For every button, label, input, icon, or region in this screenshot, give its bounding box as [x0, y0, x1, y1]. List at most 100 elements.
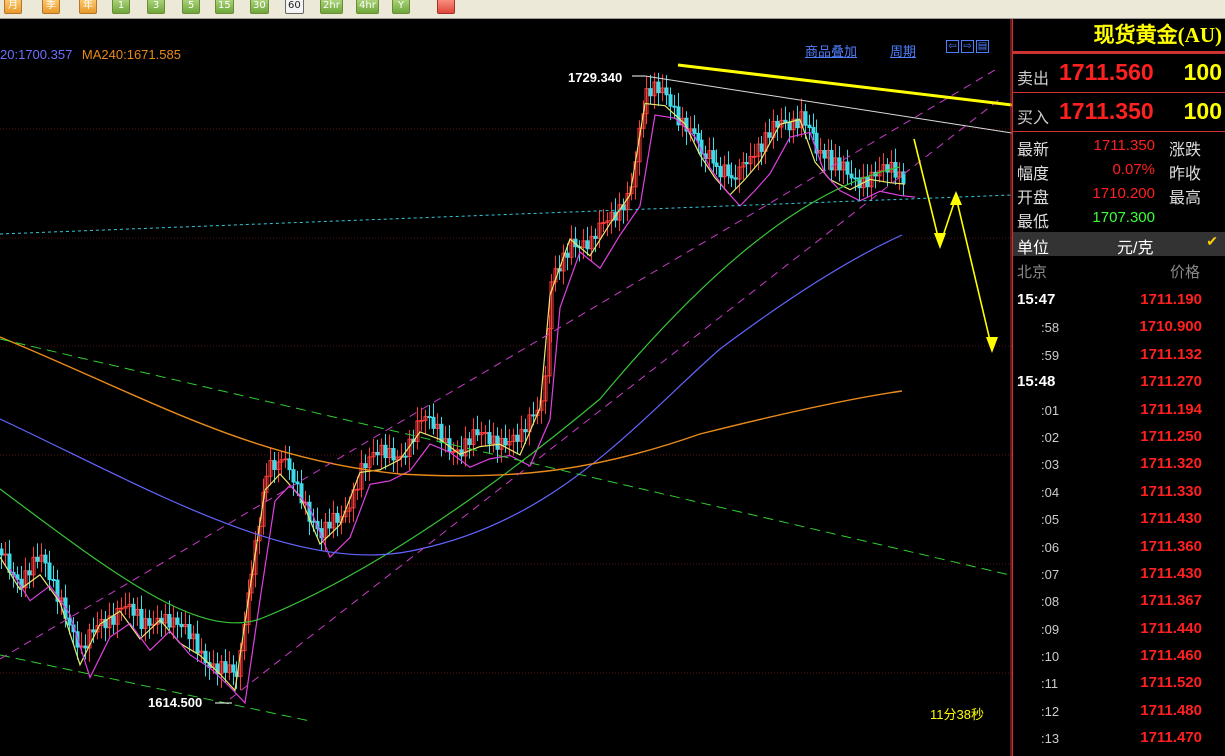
candle-body: [845, 161, 850, 175]
candle-body: [291, 469, 296, 483]
trend-line: [0, 338, 1011, 576]
candle-body: [111, 615, 116, 625]
candle-body: [231, 664, 236, 673]
period-year-button[interactable]: 年: [79, 0, 97, 14]
candle-body: [803, 111, 808, 126]
buy-row[interactable]: 买入 1711.350 100: [1013, 93, 1225, 132]
buy-price: 1711.350: [1059, 98, 1154, 124]
scroll-right-icon[interactable]: ⇨: [961, 40, 974, 53]
low-value: 1707.300: [1092, 209, 1155, 226]
tick-time: :59: [1041, 347, 1060, 363]
tick-time: :04: [1041, 484, 1060, 500]
scroll-left-icon[interactable]: ⇦: [946, 40, 959, 53]
tick-row: :06 1711.360: [1013, 533, 1225, 560]
tick-price: 1711.480: [1140, 701, 1202, 719]
tick-row: :08 1711.367: [1013, 587, 1225, 614]
candle-body: [223, 661, 228, 673]
chart-tool-icon[interactable]: [437, 0, 455, 14]
low-label: 最低: [1017, 214, 1050, 231]
candle-body: [51, 579, 56, 582]
unit-label: 单位: [1017, 240, 1050, 257]
candle-body: [487, 432, 492, 445]
candle-body: [119, 607, 124, 610]
period-60m-button[interactable]: 60: [285, 0, 304, 14]
period-5m-button[interactable]: 5: [182, 0, 200, 14]
candle-body: [427, 416, 432, 419]
period-30m-button[interactable]: 30: [250, 0, 269, 14]
tick-price: 1711.270: [1140, 373, 1202, 391]
period-15m-button[interactable]: 15: [215, 0, 234, 14]
tick-price: 1710.900: [1139, 318, 1202, 336]
candle-body: [287, 458, 292, 471]
candle-body: [419, 419, 424, 422]
col-time-header: 北京: [1017, 264, 1048, 281]
candle-body: [811, 127, 816, 134]
amplitude-value: 0.07%: [1112, 161, 1155, 178]
candle-body: [179, 623, 184, 628]
candle-body: [483, 432, 488, 435]
period-1m-button[interactable]: 1: [112, 0, 130, 14]
period-3m-button[interactable]: 3: [147, 0, 165, 14]
candle-body: [656, 81, 661, 94]
tick-row: 15:47 1711.190: [1013, 286, 1225, 313]
sell-label: 卖出: [1017, 71, 1050, 88]
candle-body: [195, 633, 200, 654]
candle-body: [83, 645, 88, 649]
tick-row: :10 1711.460: [1013, 642, 1225, 669]
candle-body: [272, 460, 277, 470]
candle-body: [807, 124, 812, 129]
candle-body: [283, 458, 288, 461]
candle-body: [3, 553, 8, 556]
candle-body: [167, 613, 172, 628]
tick-row: :13 1711.470: [1013, 724, 1225, 751]
candle-body: [692, 128, 697, 134]
candle-body: [431, 416, 436, 429]
tick-time: :13: [1041, 731, 1060, 747]
tick-price: 1711.250: [1140, 427, 1202, 445]
unit-bar[interactable]: 单位 元/克 ✔: [1013, 232, 1225, 257]
candle-body: [355, 488, 360, 491]
candle-body: [711, 150, 716, 164]
candle-body: [565, 252, 570, 258]
tick-row: :12 1711.480: [1013, 697, 1225, 724]
candle-body: [131, 603, 136, 616]
tick-price: 1711.440: [1140, 619, 1202, 637]
period-2hr-button[interactable]: 2hr: [320, 0, 343, 14]
tick-time: :01: [1041, 402, 1060, 418]
period-link[interactable]: 周期: [890, 41, 916, 60]
candle-body: [467, 438, 472, 446]
overlay-link[interactable]: 商品叠加: [805, 41, 857, 60]
latest-label: 最新: [1017, 142, 1050, 159]
panel-toggle-icon[interactable]: ▤: [976, 40, 989, 53]
candle-body: [403, 455, 408, 458]
tick-price: 1711.430: [1140, 564, 1202, 582]
candle-body: [0, 548, 4, 556]
period-toolbar: 月 季 年 1 3 5 15 30 60 2hr 4hr Y: [0, 0, 1225, 19]
candle-body: [139, 608, 144, 629]
tick-row: 15:48 1711.270: [1013, 368, 1225, 395]
candle-body: [523, 429, 528, 433]
candle-body: [837, 157, 842, 171]
candle-body: [375, 451, 380, 456]
tick-time: :02: [1041, 429, 1060, 445]
change-label: 涨跌: [1169, 142, 1202, 159]
sell-row[interactable]: 卖出 1711.560 100: [1013, 54, 1225, 93]
latest-value: 1711.350: [1093, 137, 1155, 154]
candle-body: [726, 164, 731, 177]
projection-path: [913, 138, 993, 350]
kline-chart[interactable]: 20:1700.357 MA240:1671.585 商品叠加 周期 ⇦ ⇨ ▤…: [0, 19, 1012, 756]
period-4hr-button[interactable]: 4hr: [356, 0, 379, 14]
low-price-label: 1614.500: [148, 695, 203, 710]
candle-body: [451, 450, 456, 453]
tick-row: :05 1711.430: [1013, 505, 1225, 532]
chart-canvas: [0, 19, 1012, 756]
candle-body: [865, 176, 870, 188]
period-quarter-button[interactable]: 季: [42, 0, 60, 14]
tick-price: 1711.194: [1140, 400, 1202, 418]
candle-body: [503, 437, 508, 446]
tick-time: :10: [1041, 649, 1060, 665]
tick-row: :11 1711.520: [1013, 669, 1225, 696]
period-month-button[interactable]: 月: [4, 0, 22, 14]
period-y-button[interactable]: Y: [392, 0, 410, 14]
tick-price: 1711.132: [1140, 345, 1202, 363]
